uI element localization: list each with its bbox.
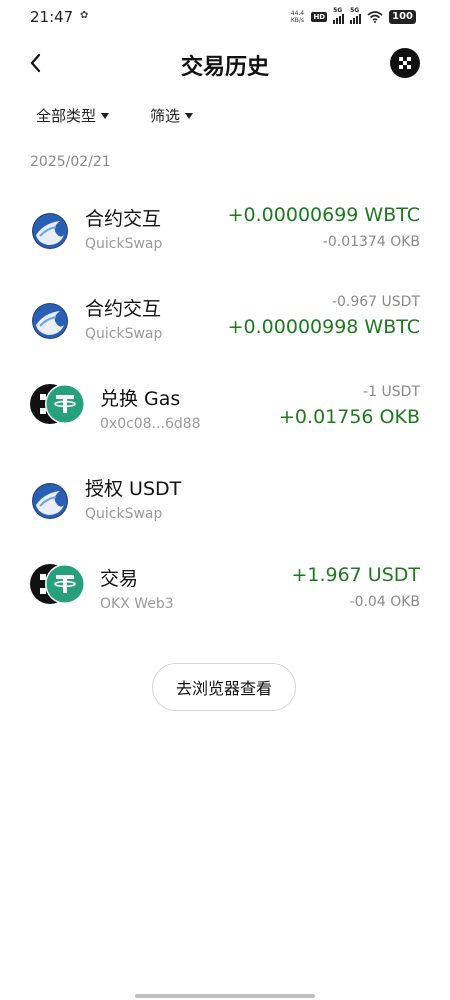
transaction-subtitle: QuickSwap — [85, 326, 163, 342]
amount-sent: -0.04 OKB — [349, 594, 420, 610]
filter-dropdown[interactable]: 筛选 — [150, 105, 194, 126]
transaction-subtitle: 0x0c08...6d88 — [100, 416, 201, 432]
hd-badge: HD — [311, 12, 328, 22]
wifi-icon — [367, 11, 383, 23]
view-in-explorer-button[interactable]: 去浏览器查看 — [152, 663, 296, 711]
status-indicators: 44.4 KB/s HD 5G 5G 100 — [289, 7, 416, 26]
transaction-title: 交易 — [100, 568, 139, 590]
transaction-row[interactable]: 合约交互 QuickSwap +0.00000699 WBTC -0.01374… — [0, 186, 450, 276]
page-title: 交易历史 — [180, 55, 269, 80]
transaction-title: 授权 USDT — [85, 478, 182, 500]
amount-sent: -0.01374 OKB — [322, 234, 420, 250]
signal-icon: 5G — [333, 7, 345, 24]
amount-sent: -1 USDT — [363, 384, 420, 400]
okx-wallet-button[interactable] — [390, 48, 420, 78]
transaction-row[interactable]: 交易 OKX Web3 +1.967 USDT -0.04 OKB — [0, 546, 450, 636]
transaction-title: 合约交互 — [85, 298, 162, 320]
amount-sent: -0.967 USDT — [331, 294, 420, 310]
amount-received: +0.00000699 WBTC — [227, 204, 420, 226]
amount-received: +1.967 USDT — [291, 564, 420, 586]
type-filter-label: 全部类型 — [36, 107, 97, 125]
transaction-row[interactable]: 授权 USDT QuickSwap — [0, 456, 450, 546]
network-speed-value: 44.4 — [290, 10, 305, 17]
transaction-title: 合约交互 — [85, 208, 162, 230]
okx-usdt-pair-icon — [30, 564, 85, 604]
amount-received: +0.00000998 WBTC — [227, 316, 420, 338]
date-header: 2025/02/21 — [30, 154, 111, 170]
signal-label: 5G — [333, 7, 343, 14]
filter-label: 筛选 — [150, 107, 181, 125]
transaction-row[interactable]: 合约交互 QuickSwap -0.967 USDT +0.00000998 W… — [0, 276, 450, 366]
okx-logo-icon — [399, 57, 411, 69]
type-filter-dropdown[interactable]: 全部类型 — [36, 105, 110, 126]
quickswap-icon — [32, 483, 68, 519]
okx-usdt-pair-icon — [30, 384, 85, 424]
caret-down-icon — [185, 112, 194, 119]
transaction-row[interactable]: 兑换 Gas 0x0c08...6d88 -1 USDT +0.01756 OK… — [0, 366, 450, 456]
network-speed-unit: KB/s — [290, 17, 305, 24]
network-speed: 44.4 KB/s — [289, 10, 305, 24]
signal-label-2: 5G — [350, 7, 360, 14]
status-time: 21:47 — [30, 8, 74, 26]
caret-down-icon — [101, 112, 110, 119]
transaction-subtitle: QuickSwap — [85, 506, 163, 522]
battery-icon: 100 — [389, 10, 416, 24]
amount-received: +0.01756 OKB — [279, 406, 420, 428]
transaction-subtitle: OKX Web3 — [100, 596, 174, 612]
signal-icon-2: 5G — [350, 7, 362, 24]
transaction-subtitle: QuickSwap — [85, 236, 163, 252]
transaction-title: 兑换 Gas — [100, 388, 181, 410]
status-bar: 21:47 ✿ 44.4 KB/s HD 5G 5G 100 — [0, 0, 450, 34]
quickswap-icon — [32, 213, 68, 249]
quickswap-icon — [32, 303, 68, 339]
notification-icon: ✿ — [80, 10, 89, 21]
home-indicator[interactable] — [135, 994, 315, 998]
